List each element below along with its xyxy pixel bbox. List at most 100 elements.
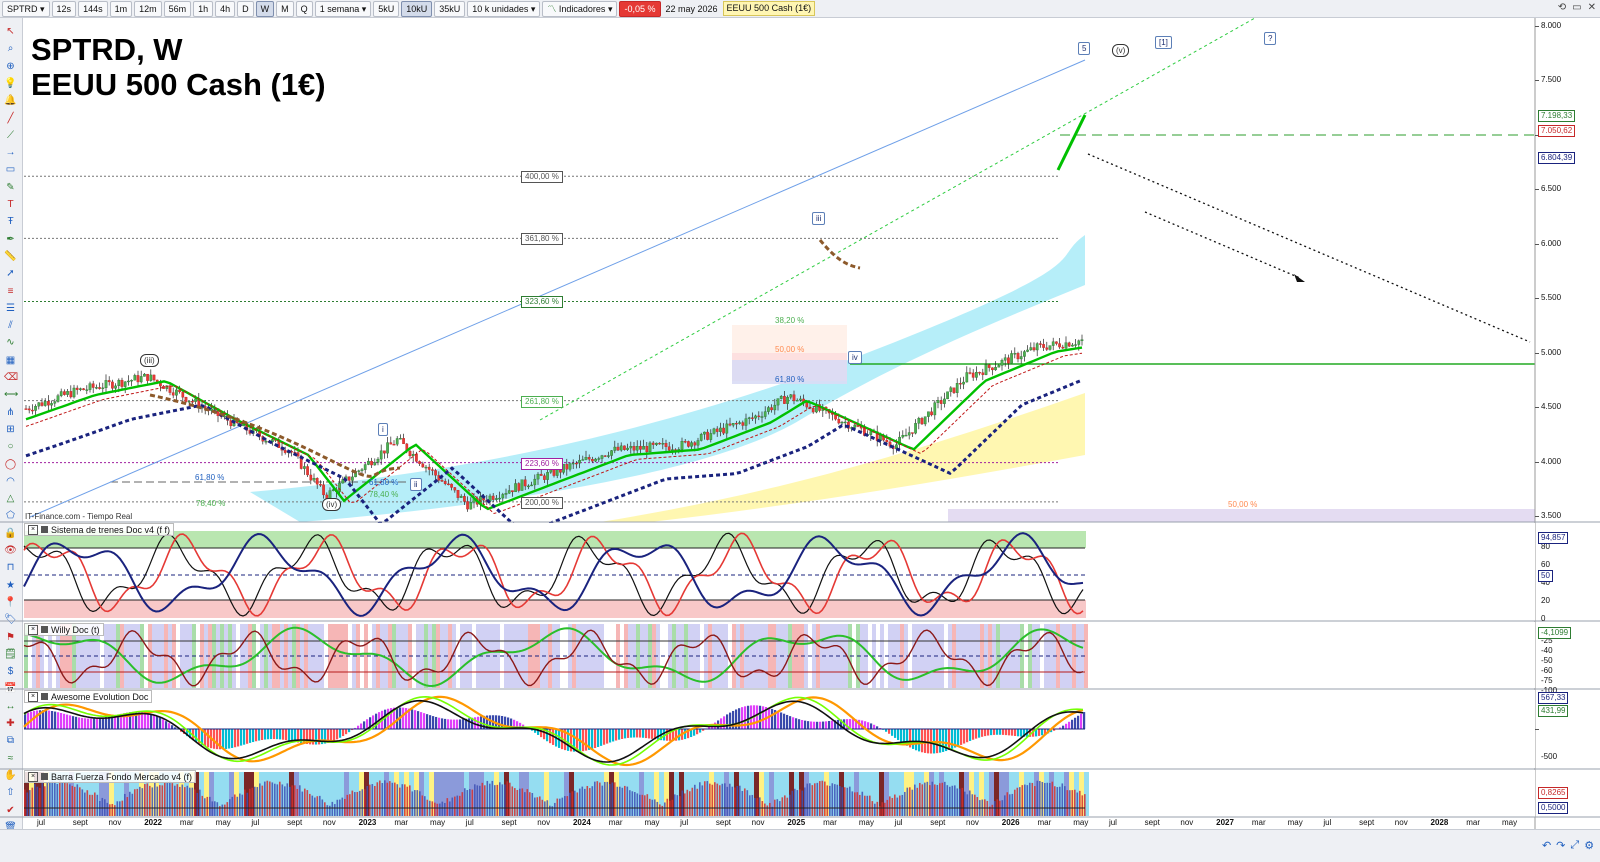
awesome-bar — [609, 729, 611, 743]
barra-bar — [137, 789, 139, 816]
awesome-bar — [759, 706, 761, 729]
barra-bar — [357, 792, 359, 816]
price-tick-mark — [1535, 189, 1539, 190]
price-tick-mark — [1535, 462, 1539, 463]
time-axis-label: sept — [716, 818, 731, 827]
candle-body — [921, 418, 923, 424]
candle-body — [1007, 358, 1009, 364]
candle-body — [969, 373, 971, 374]
time-axis-label: jul — [1109, 818, 1117, 827]
awesome-bar — [195, 729, 197, 742]
candle-body — [364, 465, 366, 470]
barra-bar — [129, 792, 131, 816]
price-tick-mark — [1535, 407, 1539, 408]
candle-body — [585, 457, 587, 459]
barra-bar — [209, 797, 211, 816]
time-axis-label: mar — [1252, 818, 1266, 827]
barra-bar — [214, 801, 216, 816]
barra-bar — [264, 782, 266, 816]
time-axis-label: mar — [609, 818, 623, 827]
barra-bar — [29, 790, 31, 816]
time-axis-label: mar — [1466, 818, 1480, 827]
awesome-bar — [984, 729, 986, 736]
candle-body — [514, 483, 516, 491]
barra-bar — [107, 803, 109, 816]
barra-bar — [242, 795, 244, 816]
panel-title-awesome[interactable]: ×Awesome Evolution Doc — [24, 690, 152, 703]
zoom-icon[interactable]: ⤢ — [1570, 839, 1579, 852]
awesome-bar — [315, 729, 317, 745]
awesome-bar — [813, 722, 815, 729]
awesome-bar — [819, 722, 821, 729]
panel-title-barra[interactable]: ×Barra Fuerza Fondo Mercado v4 (f) — [24, 770, 196, 783]
candle-body — [697, 441, 699, 446]
barra-bar — [687, 790, 689, 816]
barra-bar — [1074, 790, 1076, 816]
small-fib-label: 61,80 % — [369, 478, 398, 487]
barra-bar — [392, 783, 394, 816]
awesome-bar — [1071, 720, 1073, 729]
awesome-bar — [783, 714, 785, 729]
barra-bar — [522, 788, 524, 816]
candle-body — [623, 446, 625, 450]
close-panel-icon[interactable]: × — [28, 625, 38, 635]
price-tick-mark — [1535, 80, 1539, 81]
candle-body — [636, 446, 638, 450]
close-panel-icon[interactable]: × — [28, 525, 38, 535]
candle-body — [89, 384, 91, 390]
panel-title-trenes[interactable]: ×Sistema de trenes Doc v4 (f f) — [24, 523, 174, 536]
price-axis[interactable]: 8.0007.5007.0006.5006.0005.5005.0004.500… — [1535, 18, 1600, 523]
barra-bar — [942, 783, 944, 816]
candle-body — [194, 399, 196, 402]
candle-body — [92, 384, 94, 388]
barra-bar — [939, 783, 941, 816]
awesome-bar — [249, 729, 251, 743]
barra-bar — [149, 786, 151, 816]
barra-bar — [364, 789, 366, 816]
candle-body — [441, 480, 443, 481]
awesome-bar — [699, 729, 701, 733]
candle-body — [1065, 343, 1067, 348]
panel-color-icon — [41, 626, 48, 633]
barra-bar — [62, 783, 64, 816]
chart-canvas[interactable] — [0, 0, 1600, 861]
undo-icon[interactable]: ↶ — [1542, 839, 1551, 852]
candle-body — [687, 441, 689, 446]
barra-bar — [682, 790, 684, 816]
barra-bar — [309, 794, 311, 816]
candle-body — [1049, 346, 1051, 350]
barra-bar — [44, 786, 46, 816]
candle-body — [150, 375, 152, 381]
barra-bar — [314, 798, 316, 816]
time-axis-label: 2026 — [1002, 818, 1020, 827]
barra-bar — [102, 798, 104, 816]
candle-body — [358, 471, 360, 472]
awesome-bar — [228, 729, 230, 749]
settings-icon[interactable]: ⚙ — [1584, 839, 1594, 852]
time-axis-label: jul — [37, 818, 45, 827]
candle-body — [754, 416, 756, 418]
panel-title-willy[interactable]: ×Willy Doc (t) — [24, 623, 104, 636]
barra-bar — [109, 804, 111, 816]
candle-body — [767, 408, 769, 412]
barra-bar — [707, 781, 709, 816]
candle-body — [1046, 348, 1048, 350]
candle-body — [66, 391, 68, 394]
redo-icon[interactable]: ↷ — [1556, 839, 1565, 852]
time-axis-label: nov — [323, 818, 336, 827]
barra-bar — [814, 783, 816, 816]
elliott-wave-label: ? — [1264, 32, 1276, 45]
awesome-bar — [438, 718, 440, 729]
candle-body — [390, 443, 392, 445]
barra-bar — [497, 785, 499, 816]
barra-bar — [1064, 786, 1066, 816]
candle-body — [530, 485, 532, 486]
close-panel-icon[interactable]: × — [28, 692, 38, 702]
barra-bar — [469, 789, 471, 816]
candle-body — [588, 457, 590, 459]
barra-bar — [292, 785, 294, 816]
barra-bar — [559, 799, 561, 816]
barra-bar — [372, 784, 374, 816]
close-panel-icon[interactable]: × — [28, 772, 38, 782]
barra-bar — [414, 790, 416, 816]
